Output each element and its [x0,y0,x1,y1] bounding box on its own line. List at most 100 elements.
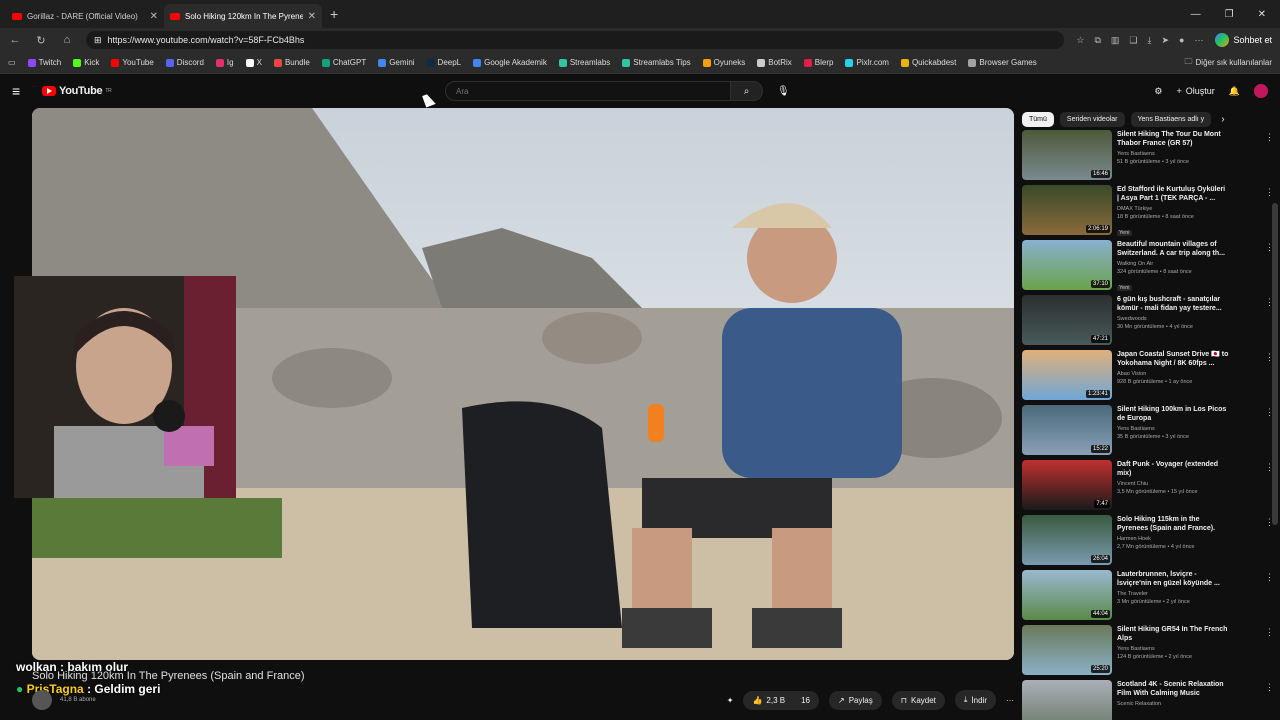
more-vert-icon[interactable]: ⋮ [1265,187,1274,198]
recommendation-item[interactable]: Scotland 4K - Scenic Relaxation Film Wit… [1022,680,1280,720]
more-actions-icon[interactable]: ··· [1006,696,1014,705]
chip-series[interactable]: Seriden videolar [1059,111,1125,127]
recommendation-title[interactable]: Daft Punk - Voyager (extended mix) [1117,460,1229,478]
video-thumbnail[interactable]: 15:22 [1022,405,1112,455]
recommendation-item[interactable]: 16:46 Silent Hiking The Tour Du Mont Thab… [1022,130,1280,184]
video-thumbnail[interactable]: 16:46 [1022,130,1112,180]
recommendation-channel[interactable]: Vincent Chiu [1117,480,1229,488]
sidebar-toggle-icon[interactable]: ▭ [8,58,16,67]
shorts-icon[interactable]: ✦ [727,696,734,705]
bookmark-item[interactable]: Twitch [27,58,61,67]
bookmark-item[interactable]: Ig [215,58,234,67]
recommendation-channel[interactable]: Yens Bastiaens [1117,645,1229,653]
recommendation-title[interactable]: Silent Hiking The Tour Du Mont Thabor Fr… [1117,130,1229,148]
more-vert-icon[interactable]: ⋮ [1265,627,1274,638]
bookmark-item[interactable]: Bundle [273,58,310,67]
video-thumbnail[interactable]: 25:20 [1022,625,1112,675]
share-button[interactable]: ↗ Paylaş [829,690,882,710]
more-vert-icon[interactable]: ⋮ [1265,572,1274,583]
like-button[interactable]: 👍 2,3 B 16 [743,690,820,710]
bookmark-item[interactable]: DeepL [426,58,461,67]
split-screen-icon[interactable]: ▥ [1111,35,1120,46]
download-button[interactable]: ⤓ İndir [954,690,996,710]
recommendation-channel[interactable]: Yens Bastiaens [1117,425,1229,433]
favorite-icon[interactable]: ☆ [1076,35,1084,46]
recommendation-title[interactable]: Beautiful mountain villages of Switzerla… [1117,240,1229,258]
bookmark-item[interactable]: Discord [165,58,204,67]
recommendation-item[interactable]: 15:22 Silent Hiking 100km in Los Picos de… [1022,405,1280,459]
browser-tab-2[interactable]: Solo Hiking 120km In The Pyrenees ✕ [164,4,322,28]
maximize-icon[interactable]: ❐ [1225,9,1234,20]
save-button[interactable]: ⊓ Kaydet [891,690,945,710]
profile-icon[interactable]: ● [1179,35,1184,46]
hamburger-menu-icon[interactable]: ≡ [12,83,32,99]
recommendation-channel[interactable]: Swedwoods [1117,315,1229,323]
chip-channel[interactable]: Yens Bastiaens adlı y [1130,111,1212,127]
bookmark-item[interactable]: X [245,58,262,67]
minimize-icon[interactable]: — [1191,9,1201,20]
recommendation-title[interactable]: Silent Hiking 100km in Los Picos de Euro… [1117,405,1229,423]
other-bookmarks[interactable]: 🗀 Diğer sık kullanılanlar [1185,56,1272,70]
bookmark-item[interactable]: YouTube [111,58,154,67]
bookmark-item[interactable]: Blerp [803,58,833,67]
back-icon[interactable]: ← [8,34,22,46]
recommendation-item[interactable]: 47:21 6 gün kış bushcraft - sanatçılar kö… [1022,295,1280,349]
recommendation-title[interactable]: Silent Hiking GR54 In The French Alps [1117,625,1229,643]
microphone-icon[interactable]: 🎙 [777,86,790,97]
extensions-icon[interactable]: ⧉ [1094,35,1100,46]
recommendation-item[interactable]: 25:20 Silent Hiking GR54 In The French Al… [1022,625,1280,679]
refresh-icon[interactable]: ↻ [34,34,48,47]
recommendation-item[interactable]: 1:23:41 Japan Coastal Sunset Drive 🇯🇵 to … [1022,350,1280,404]
recommendation-item[interactable]: 37:10 Beautiful mountain villages of Swit… [1022,240,1280,294]
recommendation-item[interactable]: 7:47 Daft Punk - Voyager (extended mix) Vi… [1022,460,1280,514]
search-button[interactable]: ⌕ [731,81,763,101]
search-input[interactable] [445,81,731,101]
collections-icon[interactable]: ❏ [1129,35,1137,46]
browser-tab-1[interactable]: Gorillaz - DARE (Official Video) ✕ [6,4,164,28]
recommendation-title[interactable]: 6 gün kış bushcraft - sanatçılar kömür -… [1117,295,1229,313]
chevron-right-icon[interactable]: › [1221,114,1224,125]
copilot-chat-button[interactable]: Sohbet et [1215,33,1272,47]
recommendation-title[interactable]: Ed Stafford ile Kurtuluş Öyküleri | Asya… [1117,185,1229,203]
bookmark-item[interactable]: Google Akademik [473,58,547,67]
bookmark-item[interactable]: ChatGPT [321,58,366,67]
video-thumbnail[interactable]: 7:47 [1022,460,1112,510]
recommendation-channel[interactable]: Walking On Air [1117,260,1229,268]
user-avatar[interactable] [1254,84,1268,98]
bookmark-item[interactable]: Pixlr.com [845,58,889,67]
new-tab-icon[interactable]: + [330,6,338,22]
bookmark-item[interactable]: Browser Games [968,58,1037,67]
channel-avatar[interactable] [32,690,52,710]
recommendation-channel[interactable]: Scenic Relaxation [1117,700,1229,708]
share-toolbar-icon[interactable]: ➤ [1161,35,1169,46]
bookmark-item[interactable]: Streamlabs Tips [622,58,691,67]
bookmark-item[interactable]: Oyuneks [702,58,745,67]
bookmark-item[interactable]: Streamlabs [558,58,610,67]
recommendation-channel[interactable]: Harmen Hoek [1117,535,1229,543]
recommendation-title[interactable]: Japan Coastal Sunset Drive 🇯🇵 to Yokoham… [1117,350,1229,368]
video-thumbnail[interactable]: 37:10 [1022,240,1112,290]
home-icon[interactable]: ⌂ [60,34,74,46]
download-toolbar-icon[interactable]: ⤓ [1148,35,1152,46]
recommendation-channel[interactable]: Abao Vision [1117,370,1229,378]
video-thumbnail[interactable]: 26:04 [1022,515,1112,565]
recommendation-title[interactable]: Solo Hiking 115km in the Pyrenees (Spain… [1117,515,1229,533]
video-thumbnail[interactable] [1022,680,1112,720]
more-vert-icon[interactable]: ⋮ [1265,132,1274,143]
recommendation-channel[interactable]: DMAX Türkiye [1117,205,1229,213]
tab-close-icon[interactable]: ✕ [308,11,316,22]
scrollbar[interactable] [1272,203,1278,525]
more-vert-icon[interactable]: ⋮ [1265,682,1274,693]
recommendation-item[interactable]: 44:04 Lauterbrunnen, İsviçre - İsviçre'ni… [1022,570,1280,624]
tab-close-icon[interactable]: ✕ [150,11,158,22]
youtube-logo[interactable]: YouTube TR [42,85,112,97]
more-options-icon[interactable]: ··· [1194,35,1203,46]
bookmark-item[interactable]: Quickabdest [900,58,956,67]
recommendation-title[interactable]: Lauterbrunnen, İsviçre - İsviçre'nin en … [1117,570,1229,588]
create-button[interactable]: + Oluştur [1177,86,1215,96]
recommendation-title[interactable]: Scotland 4K - Scenic Relaxation Film Wit… [1117,680,1229,698]
video-thumbnail[interactable]: 44:04 [1022,570,1112,620]
bookmark-item[interactable]: Gemini [378,58,415,67]
notifications-icon[interactable]: 🔔 [1229,86,1240,97]
recommendation-item[interactable]: 2:06:19 Ed Stafford ile Kurtuluş Öyküleri… [1022,185,1280,239]
